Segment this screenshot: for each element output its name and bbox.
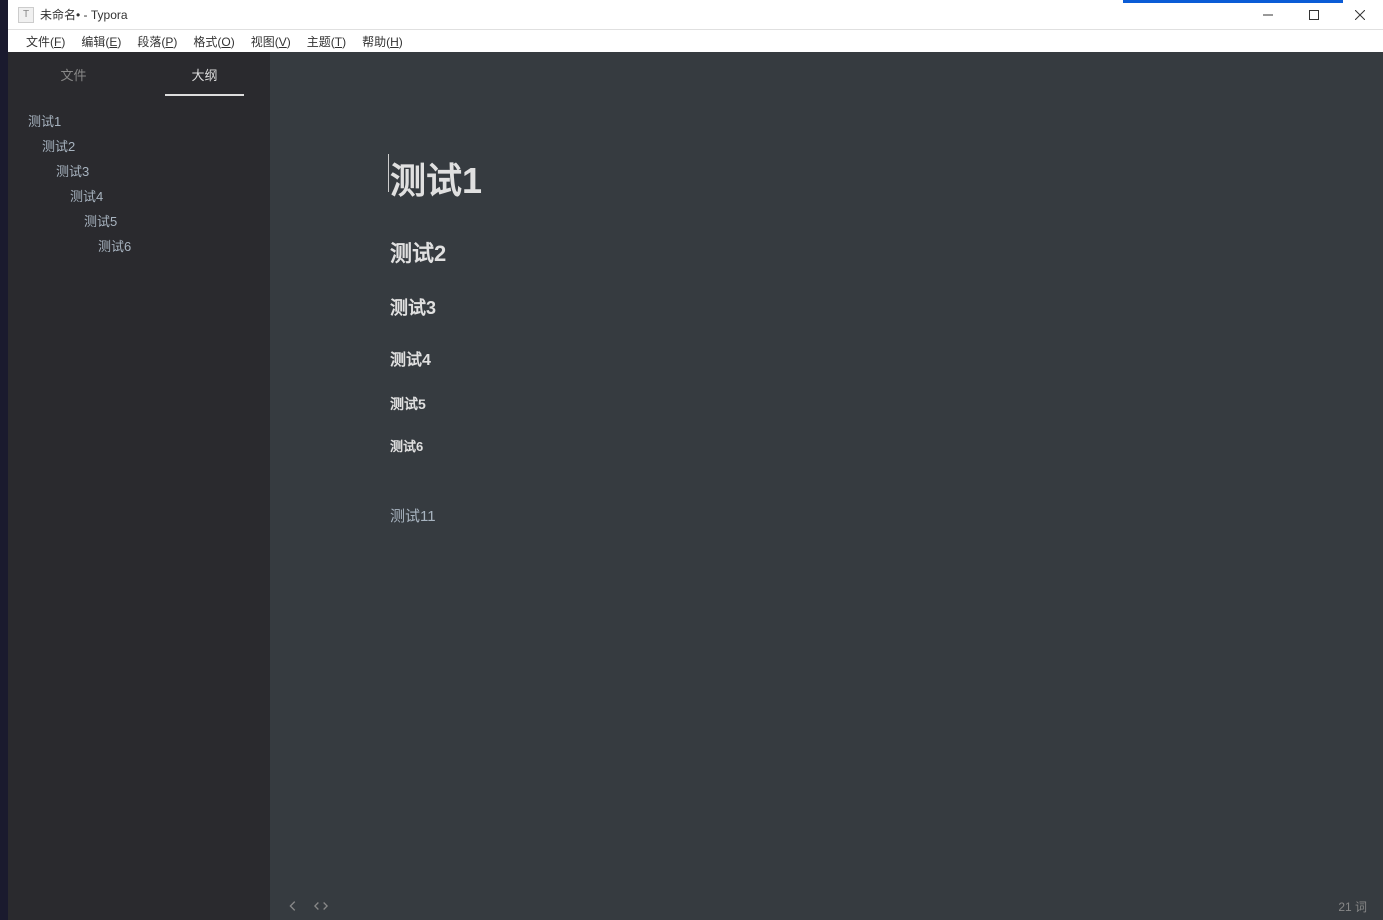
heading-4[interactable]: 测试4 xyxy=(390,346,1263,370)
tab-outline-label: 大纲 xyxy=(191,65,217,84)
menu-bar: 文件(F) 编辑(E) 段落(P) 格式(O) 视图(V) 主题(T) 帮助(H… xyxy=(8,30,1383,52)
outline-item-1[interactable]: 测试1 xyxy=(8,108,270,133)
heading-3[interactable]: 测试3 xyxy=(390,294,1263,320)
editor-pane[interactable]: 测试1 测试2 测试3 测试4 测试5 测试6 测试11 21 词 xyxy=(270,52,1383,920)
heading-1[interactable]: 测试1 xyxy=(390,152,1263,204)
editor-content[interactable]: 测试1 测试2 测试3 测试4 测试5 测试6 测试11 xyxy=(270,52,1383,566)
menu-file[interactable]: 文件(F) xyxy=(18,31,73,52)
paragraph-text[interactable]: 测试11 xyxy=(390,505,1263,526)
menu-format[interactable]: 格式(O) xyxy=(185,31,242,52)
tab-outline[interactable]: 大纲 xyxy=(139,52,270,96)
outline-item-4[interactable]: 测试4 xyxy=(8,183,270,208)
top-accent-bar xyxy=(1123,0,1343,3)
word-count[interactable]: 21 词 xyxy=(1338,898,1367,915)
minimize-button[interactable] xyxy=(1245,0,1291,30)
menu-theme[interactable]: 主题(T) xyxy=(299,31,354,52)
menu-help[interactable]: 帮助(H) xyxy=(354,31,411,52)
sidebar-tabs: 文件 大纲 xyxy=(8,52,270,96)
back-icon[interactable] xyxy=(286,899,300,913)
outline-item-2[interactable]: 测试2 xyxy=(8,133,270,158)
status-left xyxy=(286,899,328,913)
outline-item-5[interactable]: 测试5 xyxy=(8,208,270,233)
title-bar: T 未命名• - Typora xyxy=(8,0,1383,30)
tab-files[interactable]: 文件 xyxy=(8,52,139,96)
source-code-icon[interactable] xyxy=(314,899,328,913)
app-icon-letter: T xyxy=(23,9,29,20)
heading-2[interactable]: 测试2 xyxy=(390,236,1263,268)
tab-files-label: 文件 xyxy=(60,65,86,84)
text-cursor xyxy=(388,154,389,192)
outline-item-3[interactable]: 测试3 xyxy=(8,158,270,183)
window-controls xyxy=(1245,0,1383,30)
menu-view[interactable]: 视图(V) xyxy=(243,31,299,52)
menu-edit[interactable]: 编辑(E) xyxy=(73,31,129,52)
outline-item-6[interactable]: 测试6 xyxy=(8,233,270,258)
left-edge-strip xyxy=(0,0,8,920)
menu-paragraph[interactable]: 段落(P) xyxy=(129,31,185,52)
outline-list: 测试1 测试2 测试3 测试4 测试5 测试6 xyxy=(8,96,270,258)
maximize-button[interactable] xyxy=(1291,0,1337,30)
sidebar: 文件 大纲 测试1 测试2 测试3 测试4 测试5 测试6 xyxy=(8,52,270,920)
close-button[interactable] xyxy=(1337,0,1383,30)
main-area: 文件 大纲 测试1 测试2 测试3 测试4 测试5 测试6 测试1 测试2 测试… xyxy=(8,52,1383,920)
heading-5[interactable]: 测试5 xyxy=(390,394,1263,414)
window-title: 未命名• - Typora xyxy=(40,6,128,23)
status-bar: 21 词 xyxy=(270,892,1383,920)
app-icon: T xyxy=(18,7,34,23)
heading-6[interactable]: 测试6 xyxy=(390,436,1263,455)
